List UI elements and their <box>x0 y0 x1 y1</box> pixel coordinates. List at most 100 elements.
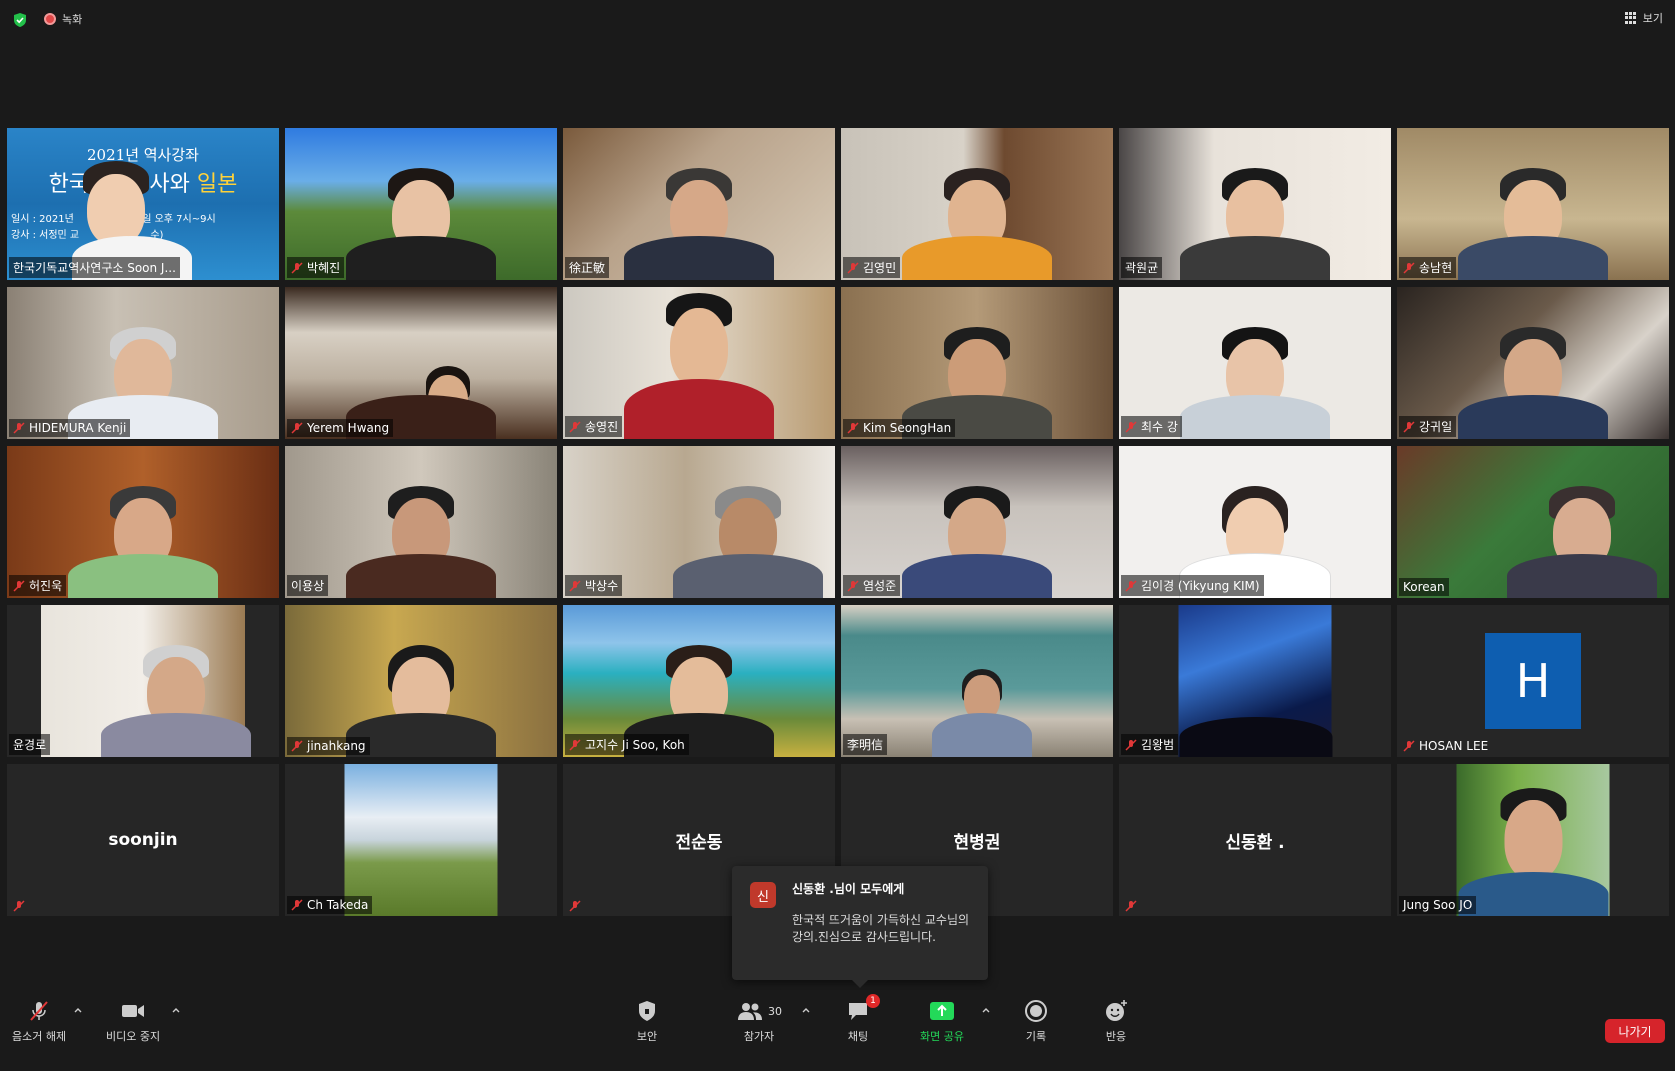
muted-mic-icon <box>847 261 859 274</box>
recording-label: 녹화 <box>62 13 83 26</box>
shield-check-icon[interactable] <box>12 12 28 28</box>
participant-tile[interactable]: 신동환 . <box>1119 764 1391 916</box>
participant-name-tag: 徐正敏 <box>565 257 610 278</box>
recording-indicator[interactable]: 녹화 <box>44 11 82 27</box>
participants-button[interactable]: 30 참가자 <box>736 998 782 1044</box>
video-feed <box>344 764 498 916</box>
muted-mic-icon <box>569 738 581 751</box>
participant-name-tag: 김왕범 <box>1121 734 1179 755</box>
record-icon <box>1024 998 1048 1024</box>
unmute-button[interactable]: 음소거 해제 <box>12 998 66 1044</box>
participant-tile[interactable]: Jung Soo JO <box>1397 764 1669 916</box>
video-feed <box>1178 605 1332 757</box>
muted-mic-icon <box>291 261 303 274</box>
security-label: 보안 <box>636 1030 658 1043</box>
video-feed <box>7 287 279 439</box>
reactions-button[interactable]: 반응 <box>1104 998 1128 1044</box>
participant-name-tag: Jung Soo JO <box>1399 896 1477 914</box>
record-button[interactable]: 기록 <box>1024 998 1048 1044</box>
reactions-label: 반응 <box>1105 1030 1127 1043</box>
participant-tile[interactable]: HIDEMURA Kenji <box>7 287 279 439</box>
share-screen-button[interactable]: 화면 공유 <box>920 998 964 1044</box>
stop-video-label: 비디오 중지 <box>106 1030 161 1043</box>
chat-notification-message: 한국적 뜨거움이 가득하신 교수님의 강의.진심으로 감사드립니다. <box>792 913 970 944</box>
participant-name-tag: 김이경 (Yikyung KIM) <box>1121 575 1264 596</box>
slide-title: 2021년 역사강좌 <box>87 146 199 164</box>
video-options-caret-icon[interactable] <box>170 1004 182 1016</box>
participant-tile[interactable]: 윤경로 <box>7 605 279 757</box>
participant-name-tag: HIDEMURA Kenji <box>9 419 131 437</box>
audio-options-caret-icon[interactable] <box>72 1004 84 1016</box>
muted-mic-icon <box>291 740 303 752</box>
participants-icon: 30 <box>736 998 782 1024</box>
grid-view-icon <box>1624 12 1637 24</box>
video-feed <box>285 287 557 439</box>
muted-mic-icon <box>569 900 581 912</box>
share-screen-label: 화면 공유 <box>920 1030 964 1043</box>
person-face <box>86 173 145 246</box>
participant-tile[interactable]: 고지수 Ji Soo, Koh <box>563 605 835 757</box>
meeting-toolbar: 음소거 해제 비디오 중지 보안 30 참가자 1 채팅 화면 공유 기록 반응 <box>0 990 1675 1071</box>
muted-mic-icon <box>569 579 581 592</box>
participant-tile[interactable]: 박혜진 <box>285 128 557 280</box>
view-label: 보기 <box>1642 12 1663 25</box>
muted-microphone-icon <box>27 998 51 1024</box>
participant-tile[interactable]: 염성준 <box>841 446 1113 598</box>
leave-button[interactable]: 나가기 <box>1605 1019 1665 1043</box>
participant-tile[interactable]: 2021년 역사강좌 한국교사와 일본 일시 : 2021년매주일 오후 7시~… <box>7 128 279 280</box>
participant-tile[interactable]: soonjin <box>7 764 279 916</box>
chat-sender-avatar: 신 <box>750 882 776 908</box>
participants-options-caret-icon[interactable] <box>800 1004 812 1016</box>
participant-tile[interactable]: 李明信 <box>841 605 1113 757</box>
participant-tile[interactable]: 허진욱 <box>7 446 279 598</box>
video-feed <box>841 287 1113 439</box>
participant-tile[interactable]: 김왕범 <box>1119 605 1391 757</box>
participant-display-name: soonjin <box>108 830 178 850</box>
video-camera-icon <box>120 998 146 1024</box>
participant-name-tag: 李明信 <box>843 734 888 755</box>
security-button[interactable]: 보안 <box>636 998 658 1044</box>
participant-name-tag: 허진욱 <box>9 575 67 596</box>
participant-tile[interactable]: 김영민 <box>841 128 1113 280</box>
share-screen-icon <box>929 998 955 1024</box>
participant-tile[interactable]: 김이경 (Yikyung KIM) <box>1119 446 1391 598</box>
participant-tile[interactable]: 이용상 <box>285 446 557 598</box>
participant-name-tag: 박상수 <box>565 575 623 596</box>
chat-notification[interactable]: 신 신동환 .님이 모두에게 한국적 뜨거움이 가득하신 교수님의 강의.진심으… <box>732 866 988 988</box>
muted-mic-icon <box>1403 740 1415 752</box>
muted-mic-icon <box>847 422 859 434</box>
chat-label: 채팅 <box>847 1030 869 1043</box>
muted-mic-icon <box>291 422 303 434</box>
participant-name-tag: Kim SeongHan <box>843 419 956 437</box>
muted-mic-icon <box>13 579 25 592</box>
muted-mic-icon <box>1403 420 1415 433</box>
participant-name-tag: Korean <box>1399 578 1449 596</box>
participant-tile[interactable]: H HOSAN LEE <box>1397 605 1669 757</box>
muted-mic-icon <box>847 579 859 592</box>
participant-tile[interactable]: jinahkang <box>285 605 557 757</box>
participant-tile[interactable]: 송영진 <box>563 287 835 439</box>
video-feed <box>1456 764 1610 916</box>
participant-tile[interactable]: Kim SeongHan <box>841 287 1113 439</box>
participant-tile[interactable]: 곽원균 <box>1119 128 1391 280</box>
participant-tile[interactable]: 徐正敏 <box>563 128 835 280</box>
top-bar: 녹화 보기 <box>0 0 1675 40</box>
participant-tile[interactable]: Ch Takeda <box>285 764 557 916</box>
participant-tile[interactable]: 송남현 <box>1397 128 1669 280</box>
participant-tile[interactable]: Korean <box>1397 446 1669 598</box>
share-options-caret-icon[interactable] <box>980 1004 992 1016</box>
participant-tile[interactable]: 박상수 <box>563 446 835 598</box>
participant-name-tag: HOSAN LEE <box>1399 737 1492 755</box>
participant-name-tag: 고지수 Ji Soo, Koh <box>565 734 689 755</box>
muted-mic-icon <box>1125 420 1137 433</box>
participant-tile[interactable]: 최수 강 <box>1119 287 1391 439</box>
muted-mic-icon <box>13 900 25 912</box>
smiley-plus-icon <box>1104 998 1128 1024</box>
view-button[interactable]: 보기 <box>1624 10 1663 26</box>
participant-tile[interactable]: 강귀일 <box>1397 287 1669 439</box>
chat-button[interactable]: 1 채팅 <box>846 994 880 1044</box>
stop-video-button[interactable]: 비디오 중지 <box>106 998 160 1044</box>
muted-mic-icon <box>13 422 25 434</box>
recording-icon <box>44 13 56 25</box>
participant-tile[interactable]: Yerem Hwang <box>285 287 557 439</box>
